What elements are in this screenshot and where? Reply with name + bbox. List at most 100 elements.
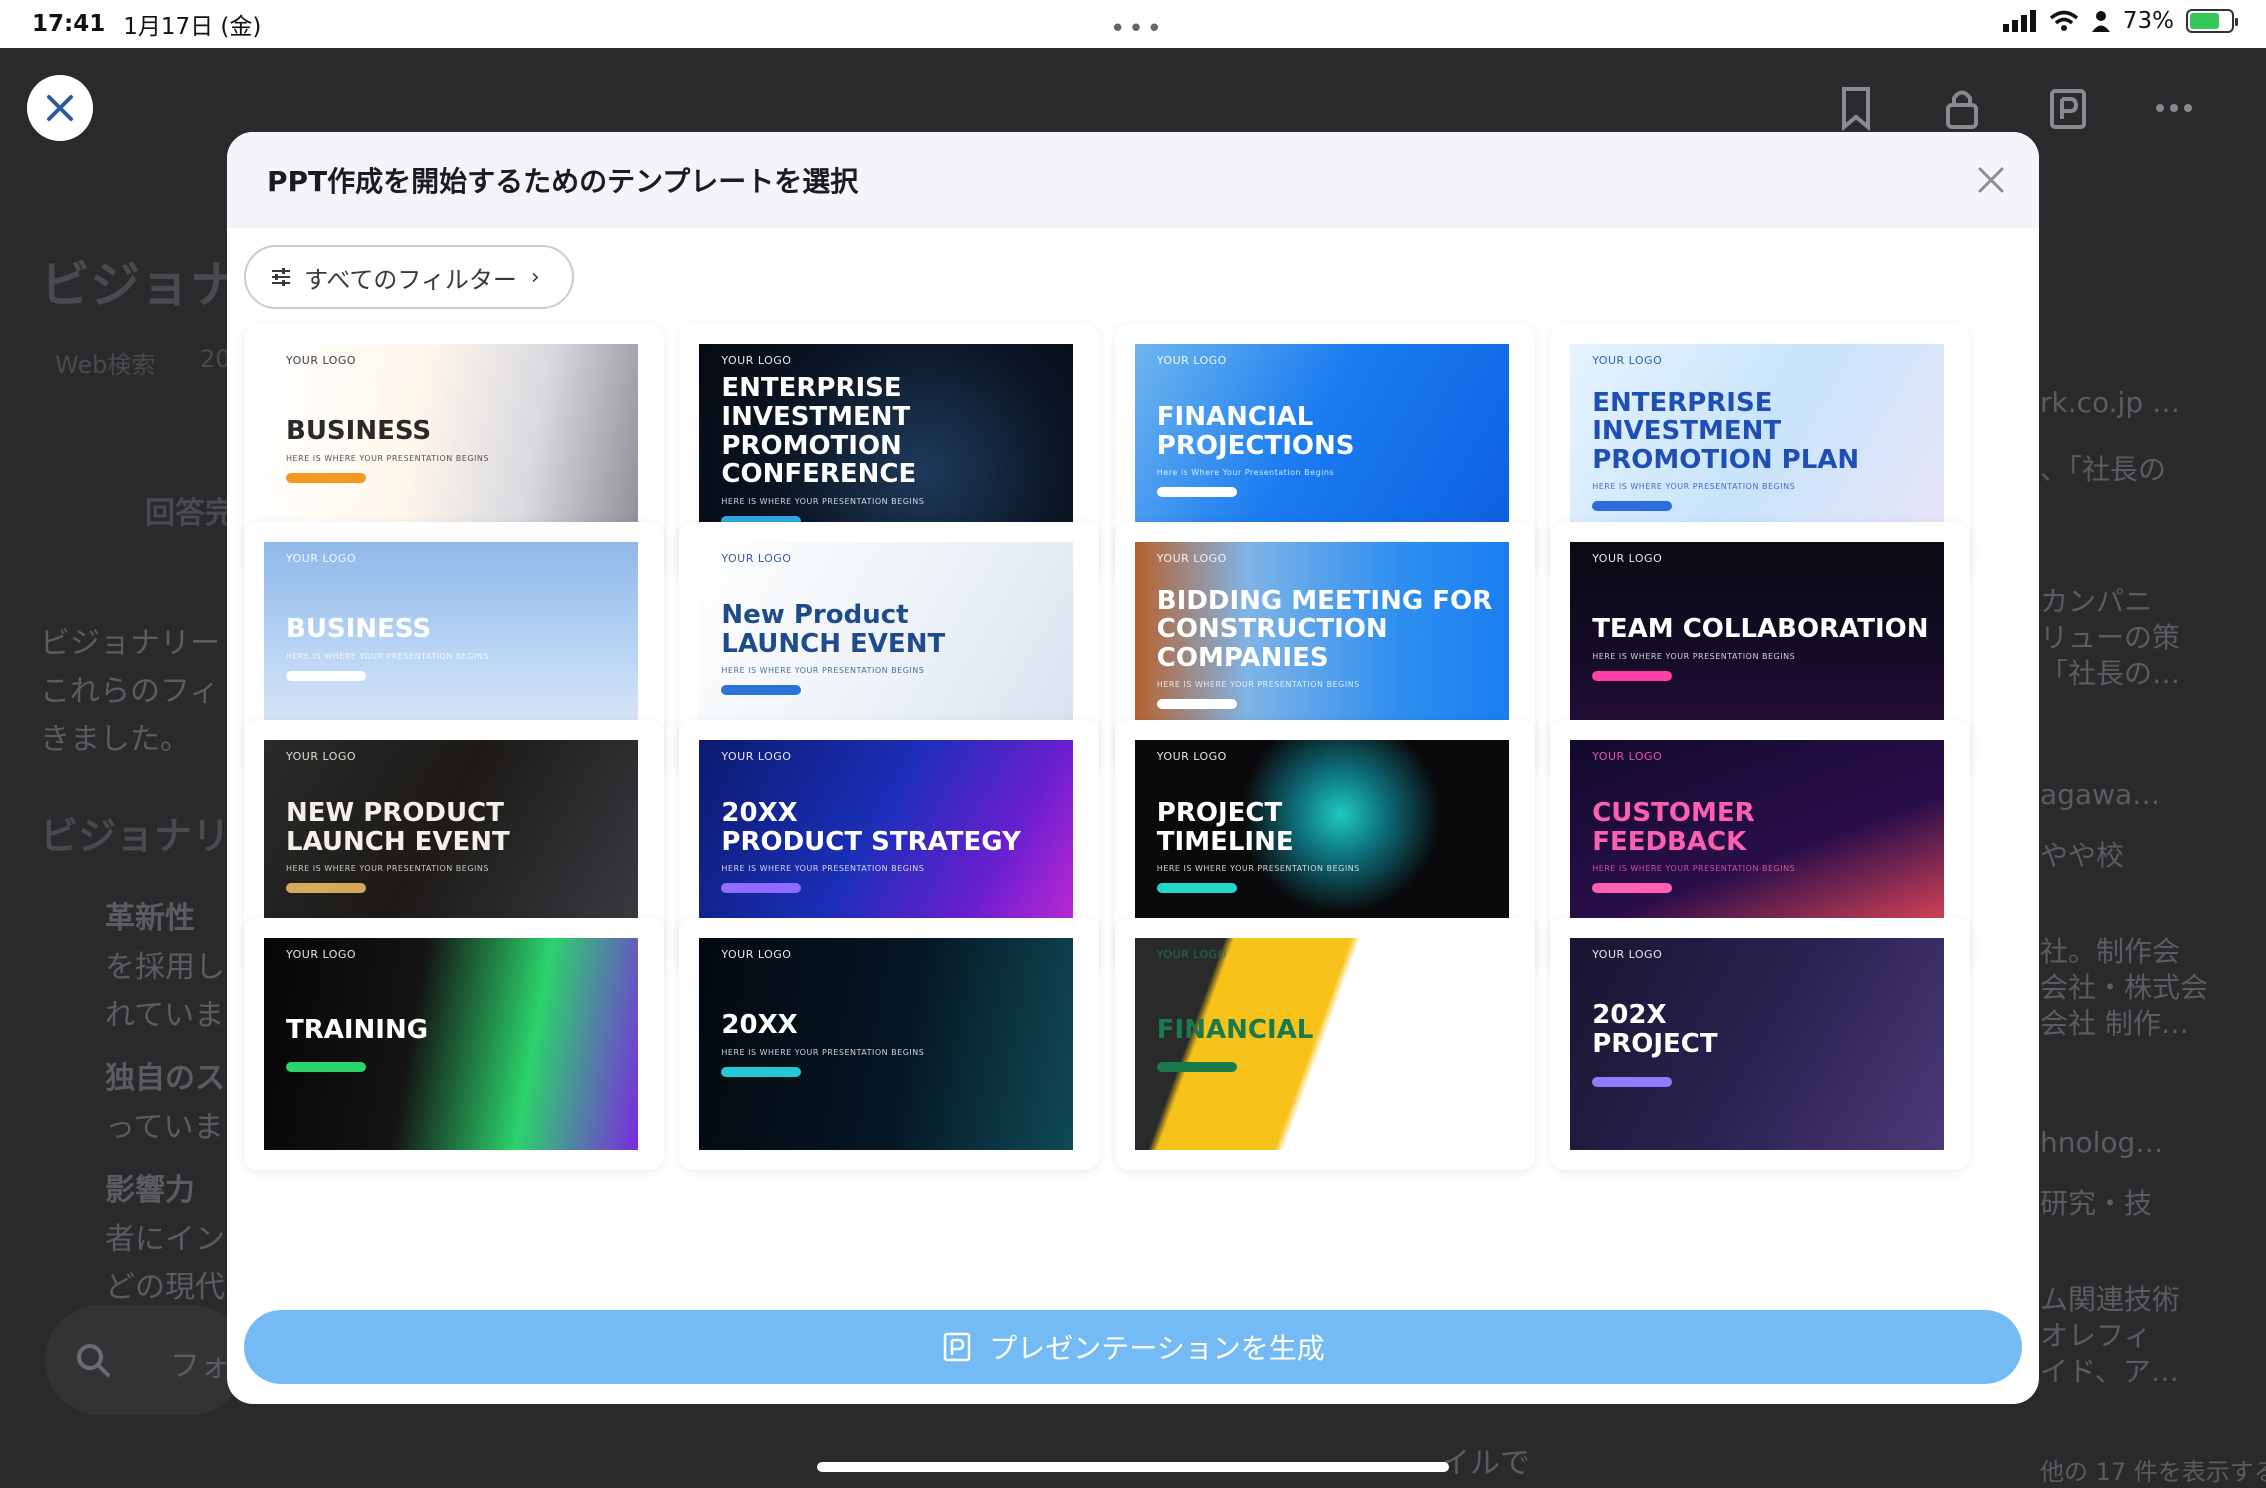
bg-bullet-3-title: 影響力 [105,1173,195,1208]
chevron-right-icon: › [530,264,540,290]
bg-tag-1: Web検索 [55,351,156,379]
template-accent-pill [286,1062,366,1073]
template-title-line-1: NEW PRODUCT [286,797,504,828]
multitask-dots-icon[interactable]: ••• [1110,14,1165,44]
bg-right-7: やや校 [2040,839,2125,872]
bookmark-icon[interactable] [1834,85,1878,131]
bg-search-placeholder: フォ [170,1349,230,1384]
template-card[interactable]: YOUR LOGO 20XX HERE IS WHERE YOUR PRESENTA… [679,918,1100,1170]
bg-search-bar[interactable]: フォ [45,1305,245,1415]
close-icon [47,95,73,121]
template-accent-pill [1592,883,1673,894]
template-logo: YOUR LOGO [1156,750,1227,763]
bg-para-3: きました。 [40,722,190,757]
template-thumbnail: YOUR LOGO 202X PROJECT [1570,938,1945,1150]
bg-right-15: イド、ア… [2040,1355,2179,1388]
bg-right-9: 会社・株式会 [2040,971,2209,1004]
template-title-line-2: PROJECTIONS [1156,430,1355,461]
template-subtitle: HERE IS WHERE YOUR PRESENTATION BEGINS [1156,864,1360,874]
filter-sliders-icon [272,268,290,286]
template-title-line-1: FINANCIAL [1156,401,1314,432]
wifi-icon [2049,10,2079,31]
template-card[interactable]: YOUR LOGO 202X PROJECT [1550,918,1971,1170]
modal-header: PPT作成を開始するためのテンプレートを選択 [227,132,2039,228]
template-card[interactable]: YOUR LOGO FINANCIAL [1114,918,1535,1170]
template-logo: YOUR LOGO [1592,354,1663,367]
template-subtitle: HERE IS WHERE YOUR PRESENTATION BEGINS [721,864,925,874]
template-logo: YOUR LOGO [286,948,357,961]
template-accent-pill [286,472,366,483]
template-title-line-1: BUSINESS [286,416,432,447]
battery-icon [2186,9,2238,33]
template-subtitle: HERE IS WHERE YOUR PRESENTATION BEGINS [1156,680,1360,690]
template-title-line-2: PRODUCT STRATEGY [721,826,1021,857]
status-time: 17:41 [32,11,106,37]
home-indicator[interactable] [817,1462,1449,1472]
battery-fill [2190,13,2220,29]
template-accent-pill [1592,501,1673,512]
bg-right-11: hnolog… [2040,1126,2164,1159]
template-accent-pill [1156,1062,1237,1073]
close-modal-icon[interactable] [1973,162,2009,198]
template-logo: YOUR LOGO [1156,948,1227,961]
bg-answer-label: 回答完 [145,496,235,531]
bg-right-6: agawa… [2040,778,2161,811]
template-subtitle: HERE IS WHERE YOUR PRESENTATION BEGINS [286,864,489,874]
presentation-icon [944,1332,971,1362]
bg-para-1: ビジョナリー [40,626,220,661]
modal-title: PPT作成を開始するためのテンプレートを選択 [267,165,859,198]
template-title-line-1: FINANCIAL [1156,1014,1314,1045]
template-thumbnail: YOUR LOGO FINANCIAL [1134,938,1509,1150]
template-title-line-1: BUSINESS [286,614,432,645]
template-accent-pill [1156,487,1237,498]
bg-bullet-2-line-2: っていま [105,1110,224,1145]
template-logo: YOUR LOGO [286,552,357,565]
status-right: 73% [2002,8,2238,34]
template-subtitle: HERE IS WHERE YOUR PRESENTATION BEGINS [1592,651,1796,661]
lock-icon[interactable] [1940,85,1984,131]
template-title-line-1: PROJECT [1156,797,1283,828]
template-logo: YOUR LOGO [721,948,792,961]
battery-percent: 73% [2122,8,2174,34]
template-title-line-2: FEEDBACK [1592,826,1747,857]
template-title-line-1: 20XX [721,1010,798,1041]
bg-para-2: これらのフィ [40,674,220,709]
generate-presentation-label: プレゼンテーションを生成 [989,1332,1325,1365]
close-app-button[interactable] [27,75,93,141]
template-title-line-2: PROJECT [1592,1029,1718,1059]
more-icon[interactable] [2152,85,2196,131]
template-title-line-1: TRAINING [286,1014,429,1045]
template-card[interactable]: YOUR LOGO TRAINING [244,918,664,1170]
template-accent-pill [1156,883,1237,894]
generate-presentation-button[interactable]: プレゼンテーションを生成 [244,1310,2022,1384]
template-accent-pill [721,1066,802,1077]
bg-right-10: 会社 制作… [2040,1007,2189,1040]
template-title-line-1: 20XX [721,797,798,828]
template-logo: YOUR LOGO [1592,948,1663,961]
template-title-line-2: CONSTRUCTION COMPANIES [1156,614,1388,673]
bg-bullet-3-line-3: どの現代 [105,1270,225,1305]
bg-right-13: ム関連技術 [2040,1283,2181,1316]
bg-right-5: 「社長の… [2040,657,2181,690]
bg-bullet-3-line-2: 者にイン [105,1222,225,1257]
template-title-line-1: 202X [1592,1000,1667,1031]
bg-right-3: カンパニ [2040,585,2153,618]
bg-section-title: ビジョナリ [40,814,231,858]
all-filters-button[interactable]: すべてのフィルター › [244,245,574,309]
bg-right-2: 、「社長の [2040,453,2167,486]
template-logo: YOUR LOGO [286,750,357,763]
template-subtitle: HERE IS WHERE YOUR PRESENTATION BEGINS [286,651,489,661]
template-title-line-1: ENTERPRISE INVESTMENT [1592,387,1782,447]
template-logo: YOUR LOGO [721,750,792,763]
template-grid: YOUR LOGO BUSINESS HERE IS WHERE YOUR PRES… [244,324,2022,1404]
bg-right-14: オレフィ [2040,1319,2152,1352]
template-title-line-1: BIDDING MEETING FOR [1156,585,1493,616]
template-accent-pill [286,670,366,681]
template-logo: YOUR LOGO [286,354,357,367]
template-title-line-1: TEAM COLLABORATION [1592,614,1929,645]
search-icon [77,1344,110,1377]
bg-bullet-1-line-2: を採用し [105,950,225,985]
bg-right-4: リューの策 [2040,621,2181,654]
status-date: 1月17日 (金) [123,14,262,40]
presentation-icon[interactable] [2046,85,2090,131]
